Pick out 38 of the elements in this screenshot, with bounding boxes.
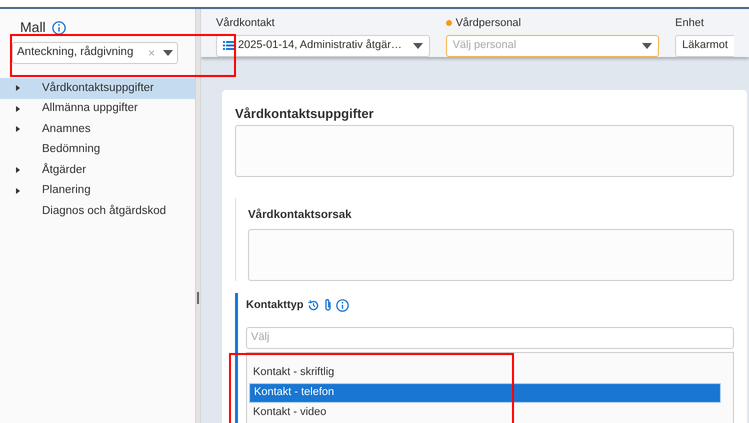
header-select[interactable]: Läkarmot: [675, 34, 734, 56]
caret-icon: [14, 166, 22, 174]
field-label: Enhet: [675, 16, 704, 31]
dropdown-option[interactable]: Kontakt - video: [249, 402, 721, 422]
select-value: Läkarmot: [682, 38, 728, 54]
history-icon[interactable]: [307, 298, 320, 312]
sidebar-item[interactable]: Bedömning: [0, 140, 195, 160]
paperclip-icon[interactable]: [324, 298, 332, 312]
caret-icon: [14, 84, 22, 92]
sidebar-item[interactable]: Planering: [0, 180, 195, 201]
select-value: 2025-01-14, Administrativ åtgär…: [238, 38, 403, 54]
caret-icon: [14, 186, 22, 195]
sidebar-title: Mall: [20, 18, 46, 37]
list-icon: [223, 41, 234, 50]
sidebar-item[interactable]: Diagnos och åtgärdskod: [0, 201, 195, 222]
caret-icon: [14, 104, 22, 113]
field-label: Kontakttyp: [246, 298, 304, 313]
field-label: Vårdpersonal: [456, 16, 521, 31]
caret-icon: [163, 50, 173, 56]
caret-icon: [642, 42, 652, 48]
select-placeholder: Välj: [251, 330, 270, 346]
sidebar-item[interactable]: Åtgärder: [0, 160, 195, 180]
subsection-title: Vårdkontaktsorsak: [248, 209, 352, 221]
select-placeholder: Välj personal: [452, 38, 518, 54]
caret-icon: [412, 42, 423, 48]
sidebar-item[interactable]: Allmänna uppgifter: [0, 98, 195, 119]
sidebar-item[interactable]: Anamnes: [0, 119, 195, 140]
section-title: Vårdkontaktsuppgifter: [235, 104, 375, 123]
dropdown-option[interactable]: Kontakt - telefon: [249, 382, 721, 402]
template-select[interactable]: Anteckning, rådgivning ×: [12, 42, 178, 64]
field-label: Vårdkontakt: [216, 16, 275, 31]
header-select[interactable]: 2025-01-14, Administrativ åtgär…: [216, 34, 430, 56]
info-icon[interactable]: [52, 20, 66, 34]
dropdown-option[interactable]: Kontakt - skriftlig: [249, 362, 721, 382]
sidebar-item[interactable]: Vårdkontaktsuppgifter: [0, 78, 195, 98]
caret-icon: [14, 125, 22, 134]
template-value: Anteckning, rådgivning: [17, 44, 134, 60]
info-icon[interactable]: [336, 298, 350, 312]
